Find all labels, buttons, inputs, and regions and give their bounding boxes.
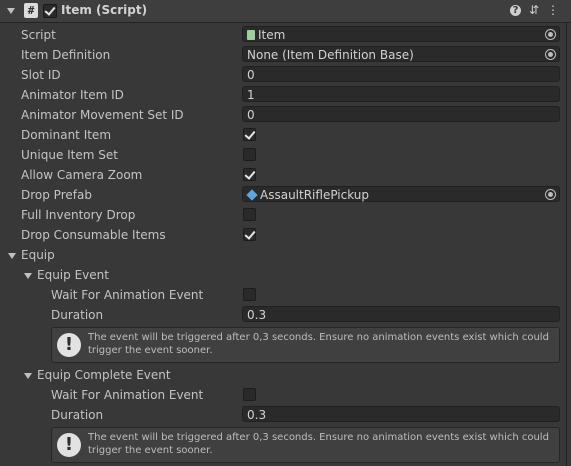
property-label: Dominant Item: [21, 128, 112, 142]
full-inventory-drop-checkbox[interactable]: [243, 208, 256, 221]
item-definition-field[interactable]: None (Item Definition Base): [242, 46, 560, 62]
field-value: AssaultRiflePickup: [260, 188, 370, 202]
property-row-slot-id: Slot ID 0: [0, 65, 571, 85]
component-header: # Item (Script) ? ⇵ ⋮: [0, 0, 571, 23]
object-picker-icon[interactable]: [545, 29, 556, 40]
equip-complete-duration-row: Duration 0.3: [0, 405, 571, 425]
script-icon: #: [24, 3, 38, 18]
property-label: Wait For Animation Event: [51, 388, 204, 402]
property-row-item-definition: Item Definition None (Item Definition Ba…: [0, 45, 571, 65]
info-helpbox: ! The event will be triggered after 0,3 …: [51, 427, 560, 463]
script-file-icon: [247, 30, 255, 40]
property-label: Allow Camera Zoom: [21, 168, 143, 182]
equip-event-duration-row: Duration 0.3: [0, 305, 571, 325]
property-row-drop-prefab: Drop Prefab AssaultRiflePickup: [0, 185, 571, 205]
animator-item-id-input[interactable]: 1: [242, 86, 560, 102]
dominant-item-checkbox[interactable]: [243, 128, 256, 141]
property-label: Full Inventory Drop: [21, 208, 136, 222]
foldout-arrow-icon[interactable]: [24, 373, 32, 379]
property-label: Script: [21, 28, 56, 42]
property-label: Slot ID: [21, 68, 61, 82]
help-message: The event will be triggered after 0,3 se…: [88, 332, 549, 356]
equip-event-foldout[interactable]: Equip Event: [0, 265, 571, 285]
property-label: Wait For Animation Event: [51, 288, 204, 302]
info-helpbox: ! The event will be triggered after 0,3 …: [51, 327, 560, 363]
property-row-animator-item-id: Animator Item ID 1: [0, 85, 571, 105]
wait-for-animation-event-checkbox[interactable]: [243, 288, 256, 301]
field-value: None (Item Definition Base): [247, 48, 414, 62]
unique-item-set-checkbox[interactable]: [243, 148, 256, 161]
checkmark-icon: [244, 168, 256, 180]
slot-id-input[interactable]: 0: [242, 66, 560, 82]
property-label: Drop Prefab: [21, 188, 92, 202]
equip-complete-wait-row: Wait For Animation Event: [0, 385, 571, 405]
property-row-dominant-item: Dominant Item: [0, 125, 571, 145]
component-enabled-checkbox[interactable]: [43, 4, 57, 18]
inspector-edge: [566, 22, 567, 466]
property-row-unique-item-set: Unique Item Set: [0, 145, 571, 165]
property-row-full-inventory-drop: Full Inventory Drop: [0, 205, 571, 225]
checkmark-icon: [244, 228, 256, 240]
property-label: Animator Item ID: [21, 88, 124, 102]
property-row-allow-camera-zoom: Allow Camera Zoom: [0, 165, 571, 185]
property-row-script: Script Item: [0, 25, 571, 45]
foldout-label: Equip Complete Event: [37, 368, 171, 382]
property-label: Duration: [51, 308, 104, 322]
property-row-drop-consumable-items: Drop Consumable Items: [0, 225, 571, 245]
wait-for-animation-event-checkbox[interactable]: [243, 388, 256, 401]
component-title: Item (Script): [61, 3, 148, 17]
warning-icon: !: [57, 433, 81, 457]
script-object-field[interactable]: Item: [242, 26, 560, 42]
foldout-arrow-icon[interactable]: [24, 273, 32, 279]
drop-consumable-items-checkbox[interactable]: [243, 228, 256, 241]
duration-input[interactable]: 0.3: [242, 406, 560, 422]
checkmark-icon: [44, 4, 56, 16]
property-label: Item Definition: [21, 48, 111, 62]
property-label: Unique Item Set: [21, 148, 118, 162]
more-menu-icon[interactable]: ⋮: [546, 3, 560, 17]
duration-input[interactable]: 0.3: [242, 306, 560, 322]
preset-icon[interactable]: ⇵: [527, 3, 541, 17]
property-label: Drop Consumable Items: [21, 228, 166, 242]
warning-icon: !: [57, 333, 81, 357]
checkmark-icon: [244, 128, 256, 140]
object-picker-icon[interactable]: [545, 189, 556, 200]
property-label: Duration: [51, 408, 104, 422]
foldout-label: Equip: [21, 248, 55, 262]
property-label: Animator Movement Set ID: [21, 108, 184, 122]
help-message: The event will be triggered after 0,3 se…: [88, 432, 549, 456]
foldout-arrow-icon[interactable]: [7, 8, 15, 14]
foldout-label: Equip Event: [37, 268, 109, 282]
allow-camera-zoom-checkbox[interactable]: [243, 168, 256, 181]
drop-prefab-object-field[interactable]: AssaultRiflePickup: [242, 186, 560, 202]
prefab-icon: [246, 189, 258, 201]
foldout-arrow-icon[interactable]: [8, 253, 16, 259]
object-picker-icon[interactable]: [545, 49, 556, 60]
animator-movement-set-id-input[interactable]: 0: [242, 106, 560, 122]
field-value: Item: [258, 28, 286, 42]
help-icon[interactable]: ?: [510, 5, 521, 16]
equip-complete-event-foldout[interactable]: Equip Complete Event: [0, 365, 571, 385]
equip-event-wait-row: Wait For Animation Event: [0, 285, 571, 305]
equip-foldout[interactable]: Equip: [0, 245, 571, 265]
property-row-animator-movement-set-id: Animator Movement Set ID 0: [0, 105, 571, 125]
